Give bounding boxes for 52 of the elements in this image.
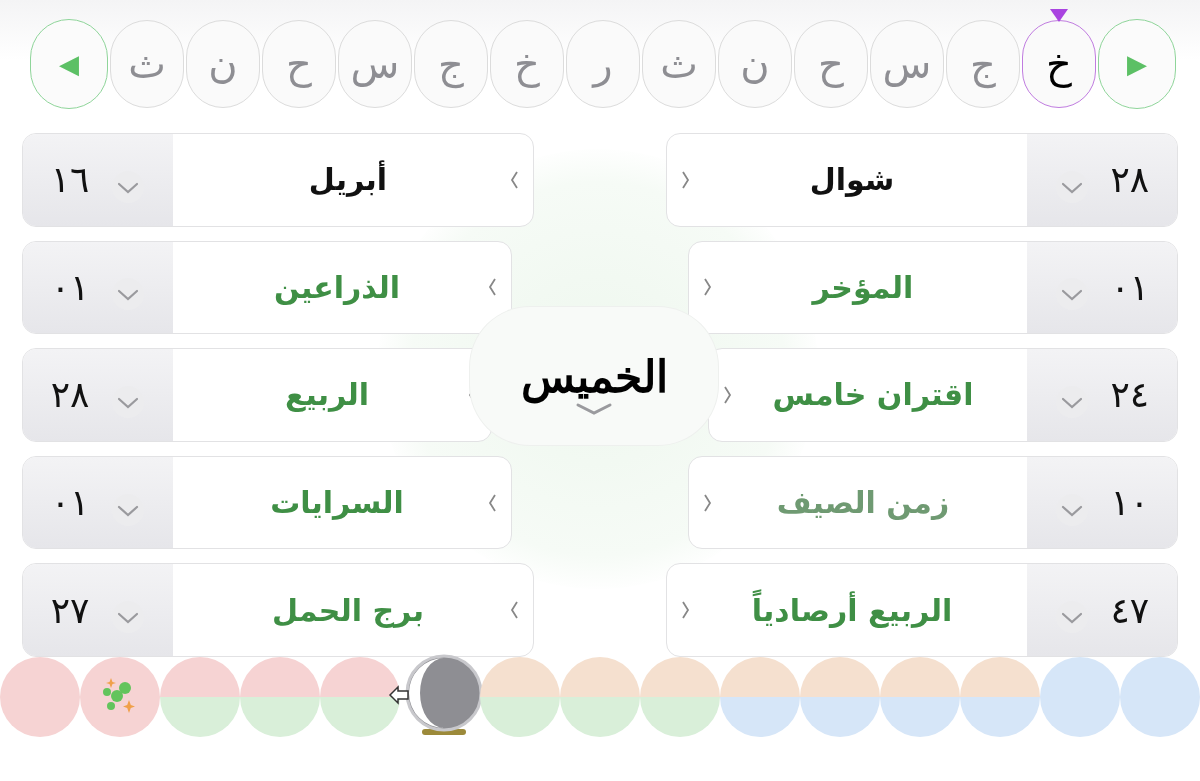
day-number: ٢٨ (50, 374, 90, 416)
chevron-right-icon[interactable] (681, 169, 691, 190)
info-card[interactable]: ٢٧ برج الحمل (22, 563, 534, 657)
day-number: ٢٤ (1110, 374, 1150, 416)
number-selector[interactable]: ٢٤ (1027, 349, 1177, 441)
info-card[interactable]: ٢٤ اقتران خامس (708, 348, 1178, 442)
chevron-right-icon[interactable] (723, 385, 733, 405)
chevron-left-icon[interactable] (509, 600, 519, 621)
number-selector[interactable]: ١٦ (23, 134, 173, 226)
info-card[interactable]: ٤٧ الربيع أرصادياً (666, 563, 1178, 657)
dot-half[interactable] (480, 657, 560, 697)
day-number: ٢٧ (50, 589, 90, 631)
info-label: الربيع (283, 377, 371, 413)
day-name: الخميس (520, 350, 668, 402)
number-selector[interactable]: ٢٨ (1027, 134, 1177, 226)
pointer-icon (1050, 8, 1068, 22)
info-label: زمن الصيف (775, 485, 951, 521)
info-label: السرايات (269, 485, 405, 521)
number-selector[interactable]: ١٠ (1027, 456, 1177, 549)
info-card[interactable]: ٠١ السرايات (22, 455, 512, 550)
info-card[interactable]: ٠١ الذراعين (22, 240, 512, 335)
info-label: برج الحمل (270, 592, 426, 628)
info-card[interactable]: ٢٨ الربيع (22, 348, 492, 442)
day-number: ١٦ (50, 159, 90, 201)
number-selector[interactable]: ٠١ (23, 456, 173, 549)
chevron-right-icon[interactable] (703, 492, 713, 513)
day-number: ٢٨ (1110, 159, 1150, 201)
chevron-left-icon[interactable] (487, 277, 497, 298)
day-number: ٠١ (1110, 266, 1150, 308)
chevron-right-icon[interactable] (681, 600, 691, 621)
info-label: اقتران خامس (771, 377, 975, 413)
info-card[interactable]: ١٦ أبريل (22, 133, 534, 227)
info-card[interactable]: ١٠ زمن الصيف (688, 455, 1178, 550)
info-label: أبريل (307, 162, 389, 198)
day-number: ٠١ (50, 482, 90, 524)
day-card[interactable]: الخميس (470, 307, 718, 445)
day-number: ٤٧ (1110, 589, 1150, 631)
day-number: ٠١ (50, 266, 90, 308)
number-selector[interactable]: ٢٧ (23, 564, 173, 656)
number-selector[interactable]: ٤٧ (1027, 564, 1177, 656)
info-label: شوال (808, 162, 896, 198)
info-label: الذراعين (272, 269, 402, 305)
info-card[interactable]: ٠١ المؤخر (688, 240, 1178, 335)
number-selector[interactable]: ٠١ (1027, 241, 1177, 334)
chevron-right-icon[interactable] (703, 277, 713, 298)
info-card[interactable]: ٢٨ شوال (666, 133, 1178, 227)
chevron-left-icon[interactable] (487, 492, 497, 513)
day-number: ١٠ (1110, 482, 1150, 524)
number-selector[interactable]: ٢٨ (23, 349, 173, 441)
number-selector[interactable]: ٠١ (23, 241, 173, 334)
info-label: المؤخر (810, 269, 915, 305)
chevron-left-icon[interactable] (509, 169, 519, 190)
